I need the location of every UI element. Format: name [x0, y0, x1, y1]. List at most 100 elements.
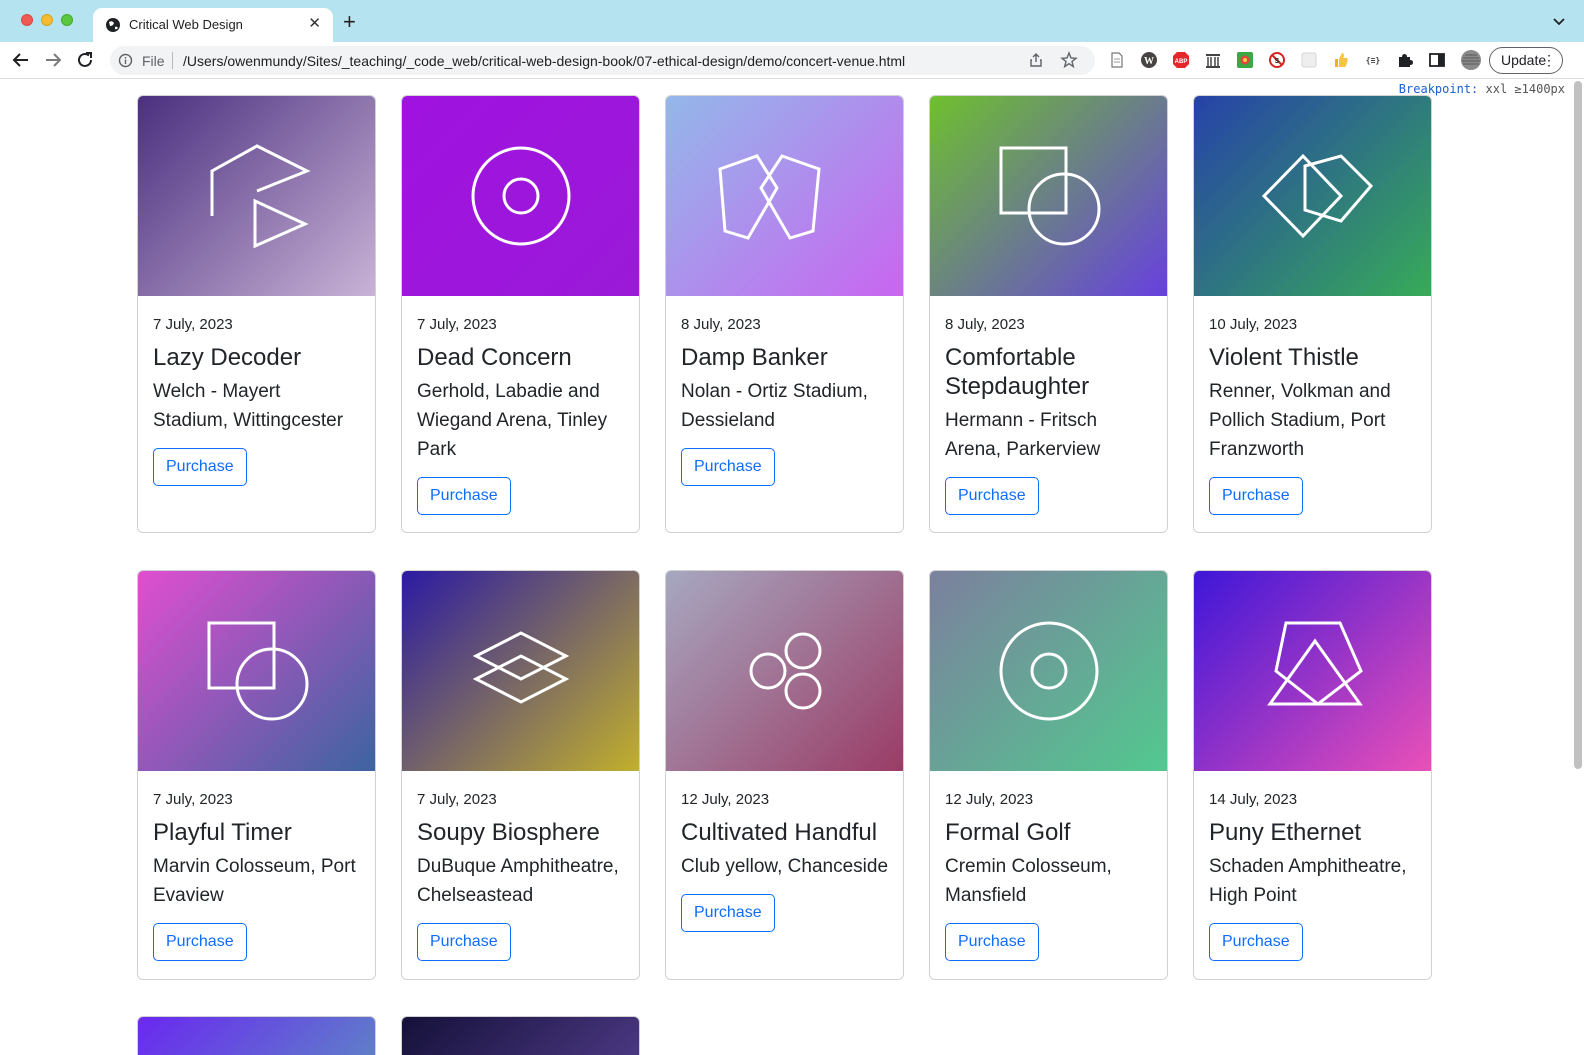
- event-title: Violent Thistle: [1209, 344, 1359, 371]
- address-bar[interactable]: File /Users/owenmundy/Sites/_teaching/_c…: [110, 46, 1095, 75]
- event-card-image: [138, 1017, 375, 1055]
- side-panel-icon[interactable]: [1428, 51, 1446, 69]
- event-date: 10 July, 2023: [1209, 316, 1298, 333]
- event-date: 8 July, 2023: [681, 316, 761, 333]
- json-viewer-icon[interactable]: {≡}: [1364, 51, 1382, 69]
- reload-icon[interactable]: [74, 49, 96, 71]
- browser-toolbar: File /Users/owenmundy/Sites/_teaching/_c…: [0, 42, 1584, 79]
- purchase-button[interactable]: Purchase: [1209, 477, 1303, 515]
- new-tab-button[interactable]: +: [343, 11, 356, 33]
- url-text[interactable]: /Users/owenmundy/Sites/_teaching/_code_w…: [183, 53, 905, 69]
- tab-title: Critical Web Design: [129, 17, 243, 32]
- event-title: Comfortable Stepdaughter: [945, 344, 1090, 400]
- event-title: Damp Banker: [681, 344, 828, 371]
- event-card-body: 12 July, 2023 Cultivated Handful Club yell…: [666, 771, 903, 947]
- forward-arrow-icon[interactable]: [42, 49, 64, 71]
- event-card-partial: [137, 1016, 376, 1055]
- blank-ext-icon[interactable]: [1300, 51, 1318, 69]
- event-card: 7 July, 2023 Lazy Decoder Welch - Mayert S…: [137, 95, 376, 533]
- event-card-body: 8 July, 2023 Damp Banker Nolan - Ortiz Sta…: [666, 296, 903, 501]
- target-circle-icon: [471, 146, 571, 246]
- three-circles-icon: [749, 632, 822, 710]
- event-card: 12 July, 2023 Cultivated Handful Club yell…: [665, 570, 904, 980]
- event-card-image: [138, 96, 375, 296]
- square-circle-icon: [207, 621, 309, 721]
- back-arrow-icon[interactable]: [10, 49, 32, 71]
- purchase-button[interactable]: Purchase: [945, 477, 1039, 515]
- globe-icon: [106, 18, 120, 32]
- event-card-image: [666, 96, 903, 296]
- event-date: 7 July, 2023: [417, 316, 497, 333]
- event-card-image: [930, 96, 1167, 296]
- more-menu-icon[interactable]: ⋮: [1542, 52, 1556, 68]
- archive-icon[interactable]: [1204, 51, 1222, 69]
- browser-titlebar: Critical Web Design ✕ +: [0, 0, 1584, 42]
- puzzle-icon[interactable]: [1396, 51, 1414, 69]
- event-card-body: 7 July, 2023 Playful Timer Marvin Colosseu…: [138, 771, 375, 976]
- breakpoint-label: Breakpoint:: [1398, 82, 1479, 96]
- purchase-button[interactable]: Purchase: [945, 923, 1039, 961]
- event-card-body: 10 July, 2023 Violent Thistle Renner, Volk…: [1194, 296, 1431, 530]
- adblock-icon[interactable]: ABP: [1172, 51, 1190, 69]
- share-icon[interactable]: [1028, 52, 1044, 68]
- zoom-window-button[interactable]: [61, 14, 73, 26]
- event-venue: Marvin Colosseum, Port Evaview: [153, 856, 356, 906]
- event-date: 8 July, 2023: [945, 316, 1025, 333]
- color-picker-icon[interactable]: [1236, 51, 1254, 69]
- page-scrollbar[interactable]: [1574, 81, 1582, 769]
- svg-text:S: S: [1275, 58, 1280, 65]
- browser-tab[interactable]: Critical Web Design ✕: [93, 8, 333, 42]
- event-venue: Club yellow, Chanceside: [681, 856, 889, 877]
- minimize-window-button[interactable]: [41, 14, 53, 26]
- event-card: 7 July, 2023 Playful Timer Marvin Colosseu…: [137, 570, 376, 980]
- event-date: 7 July, 2023: [153, 316, 233, 333]
- chevron-down-icon[interactable]: [1552, 14, 1566, 28]
- document-icon[interactable]: [1108, 51, 1126, 69]
- event-card-image: [1194, 571, 1431, 771]
- event-card-image: [1194, 96, 1431, 296]
- event-card: 7 July, 2023 Soupy Biosphere DuBuque Amphi…: [401, 570, 640, 980]
- close-window-button[interactable]: [21, 14, 33, 26]
- event-card-image: [402, 1017, 639, 1055]
- event-date: 7 July, 2023: [153, 791, 233, 808]
- event-title: Soupy Biosphere: [417, 819, 600, 846]
- event-card: 10 July, 2023 Violent Thistle Renner, Volk…: [1193, 95, 1432, 533]
- event-title: Puny Ethernet: [1209, 819, 1362, 846]
- thumbs-up-icon[interactable]: [1332, 51, 1350, 69]
- triangles-icon: [1267, 621, 1363, 706]
- purchase-button[interactable]: Purchase: [153, 923, 247, 961]
- event-venue: DuBuque Amphitheatre, Chelseastead: [417, 856, 619, 906]
- purchase-button[interactable]: Purchase: [153, 448, 247, 486]
- event-card: 7 July, 2023 Dead Concern Gerhold, Labadie…: [401, 95, 640, 533]
- profile-avatar[interactable]: [1460, 49, 1482, 71]
- event-venue: Renner, Volkman and Pollich Stadium, Por…: [1209, 381, 1391, 460]
- purchase-button[interactable]: Purchase: [1209, 923, 1303, 961]
- event-card: 14 July, 2023 Puny Ethernet Schaden Amphit…: [1193, 570, 1432, 980]
- purchase-button[interactable]: Purchase: [681, 448, 775, 486]
- layers-icon: [472, 631, 570, 704]
- info-icon[interactable]: [118, 53, 133, 68]
- event-title: Lazy Decoder: [153, 344, 302, 371]
- close-tab-icon[interactable]: ✕: [308, 15, 321, 33]
- event-venue: Gerhold, Labadie and Wiegand Arena, Tinl…: [417, 381, 608, 460]
- event-card-partial: [401, 1016, 640, 1055]
- update-button[interactable]: Update ⋮: [1489, 47, 1563, 74]
- purchase-button[interactable]: Purchase: [681, 894, 775, 932]
- event-card-image: [402, 571, 639, 771]
- purchase-button[interactable]: Purchase: [417, 923, 511, 961]
- event-venue: Hermann - Fritsch Arena, Parkerview: [945, 410, 1101, 460]
- event-card-body: 14 July, 2023 Puny Ethernet Schaden Amphit…: [1194, 771, 1431, 976]
- event-title: Cultivated Handful: [681, 819, 878, 846]
- event-card-image: [402, 96, 639, 296]
- wordpress-icon[interactable]: W: [1140, 51, 1158, 69]
- event-card-image: [666, 571, 903, 771]
- event-venue: Welch - Mayert Stadium, Wittingcester: [153, 381, 344, 431]
- event-card: 12 July, 2023 Formal Golf Cremin Colosseum…: [929, 570, 1168, 980]
- bookmark-star-icon[interactable]: [1060, 51, 1078, 69]
- event-card-body: 7 July, 2023 Soupy Biosphere DuBuque Amphi…: [402, 771, 639, 976]
- no-script-icon[interactable]: S: [1268, 51, 1286, 69]
- purchase-button[interactable]: Purchase: [417, 477, 511, 515]
- svg-text:W: W: [1144, 56, 1154, 67]
- update-label: Update: [1501, 52, 1547, 68]
- url-divider: [172, 52, 173, 69]
